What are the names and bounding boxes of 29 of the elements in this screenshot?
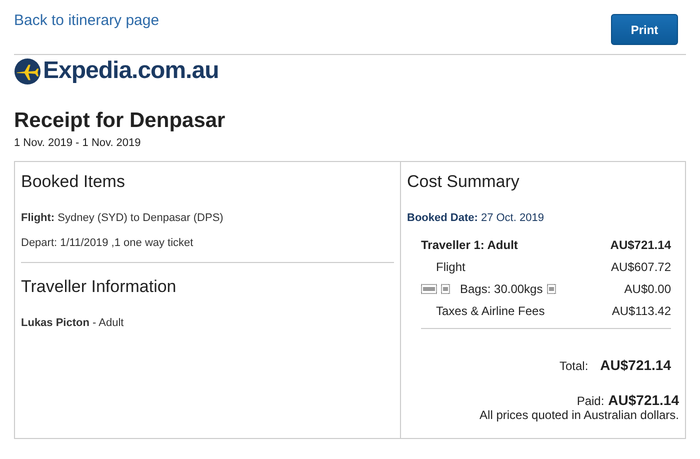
date-range: 1 Nov. 2019 - 1 Nov. 2019 [14,137,142,149]
cost-label: Traveller 1: Adult [421,238,518,252]
cost-amount: AU$721.14 [610,238,671,252]
depart-info: Depart: 1/11/2019 ,1 one way ticket [21,237,194,249]
missing-glyph-icon [421,284,437,294]
cost-label: Taxes & Airline Fees [436,304,545,318]
section-heading: Traveller Information [21,277,178,297]
cost-label: Bags: 30.00kgs [460,282,543,296]
page-title: Receipt for Denpasar [14,109,226,133]
missing-glyph-icon [546,284,556,294]
traveller-name: Lukas Picton - Adult [21,317,125,329]
cost-amount: AU$113.42 [612,304,671,318]
cost-amount: AU$607.72 [610,260,671,274]
logo-text: Expedia.com.au [43,57,219,85]
total-amount: AU$721.14 [600,357,671,373]
currency-note: All prices quoted in Australian dollars. [480,408,679,422]
section-heading: Cost Summary [407,172,520,192]
back-link[interactable]: Back to itinerary page [14,12,160,29]
print-button[interactable]: Print [611,14,678,45]
total-label: Total: [559,359,588,373]
section-heading: Booked Items [21,172,126,192]
cost-amount: AU$0.00 [624,282,671,296]
paid-amount: AU$721.14 [608,392,679,408]
flight-route: Flight: Sydney (SYD) to Denpasar (DPS) [21,212,224,224]
missing-glyph-icon [441,284,450,294]
cost-label: Flight [436,260,466,274]
booked-date: Booked Date: 27 Oct. 2019 [407,212,545,224]
logo-icon [14,58,41,84]
paid-label: Paid: [576,394,604,408]
